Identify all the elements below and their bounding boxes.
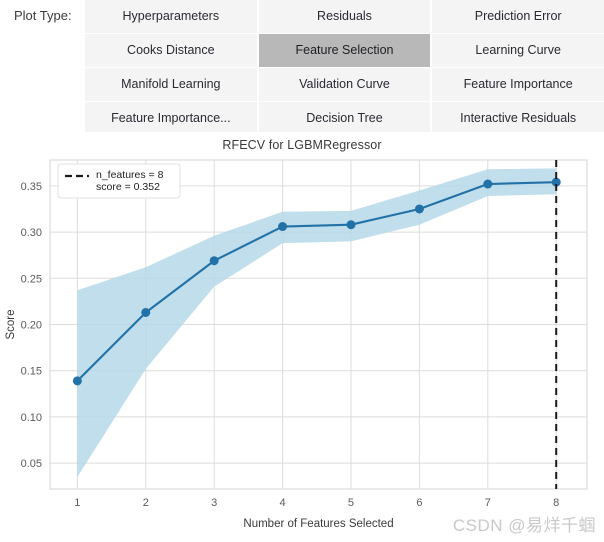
watermark: CSDN @易烊千蝈 xyxy=(452,516,596,535)
plot-type-button-prediction-error[interactable]: Prediction Error xyxy=(432,0,604,33)
chart-panel: RFECV for LGBMRegressor 0.05 0.10 0.15 0.20… xyxy=(0,132,604,542)
x-tick-label: 1 xyxy=(74,497,80,509)
y-tick-label: 0.20 xyxy=(21,320,42,332)
data-point-marker[interactable] xyxy=(141,307,151,317)
data-point-marker[interactable] xyxy=(346,220,356,230)
y-tick-label: 0.35 xyxy=(21,181,42,193)
plot-type-button-residuals[interactable]: Residuals xyxy=(258,0,431,33)
plot-type-label: Plot Type: xyxy=(14,8,72,23)
y-tick-label: 0.25 xyxy=(21,273,42,285)
data-point-marker[interactable] xyxy=(414,204,424,214)
data-point-marker[interactable] xyxy=(278,222,288,232)
data-point-marker[interactable] xyxy=(483,179,493,189)
plot-type-button-grid: Hyperparameters Residuals Prediction Error… xyxy=(85,0,604,135)
y-tick-label: 0.10 xyxy=(21,412,42,424)
legend-entry-line1: n_features = 8 xyxy=(96,169,164,181)
plot-type-button-decision-tree[interactable]: Decision Tree xyxy=(258,102,431,135)
plot-type-button-interactive-residuals[interactable]: Interactive Residuals xyxy=(432,102,604,135)
x-tick-label: 2 xyxy=(143,497,149,509)
y-tick-label: 0.15 xyxy=(21,366,42,378)
y-tick-label: 0.05 xyxy=(21,458,42,470)
plot-type-button-feature-importance[interactable]: Feature Importance xyxy=(432,68,604,101)
x-tick-label: 8 xyxy=(553,497,559,509)
x-tick-label: 6 xyxy=(416,497,422,509)
plot-type-button-feature-importance[interactable]: Feature Importance... xyxy=(85,102,257,135)
plot-type-button-hyperparameters[interactable]: Hyperparameters xyxy=(85,0,257,33)
x-tick-label: 7 xyxy=(485,497,491,509)
y-axis-title: Score xyxy=(5,309,17,339)
rfecv-plot: 0.05 0.10 0.15 0.20 0.25 0.30 0.35 1 2 3 4 5 6 7 8 Numb… xyxy=(5,159,588,530)
x-tick-label: 3 xyxy=(211,497,217,509)
y-tick-label: 0.30 xyxy=(21,227,42,239)
plot-type-button-feature-selection[interactable]: Feature Selection xyxy=(258,34,431,67)
plot-type-button-validation-curve[interactable]: Validation Curve xyxy=(258,68,431,101)
data-point-marker[interactable] xyxy=(209,256,219,266)
x-axis-title: Number of Features Selected xyxy=(243,518,393,530)
x-tick-label: 5 xyxy=(348,497,354,509)
data-point-marker[interactable] xyxy=(72,376,82,386)
plot-type-button-manifold-learning[interactable]: Manifold Learning xyxy=(85,68,257,101)
legend-entry-line2: score = 0.352 xyxy=(96,181,160,193)
plot-type-button-learning-curve[interactable]: Learning Curve xyxy=(432,34,604,67)
plot-type-button-cooks-distance[interactable]: Cooks Distance xyxy=(85,34,257,67)
x-tick-label: 4 xyxy=(280,497,286,509)
plot-type-toolbar: Plot Type: Hyperparameters Residuals Predi… xyxy=(0,0,604,135)
